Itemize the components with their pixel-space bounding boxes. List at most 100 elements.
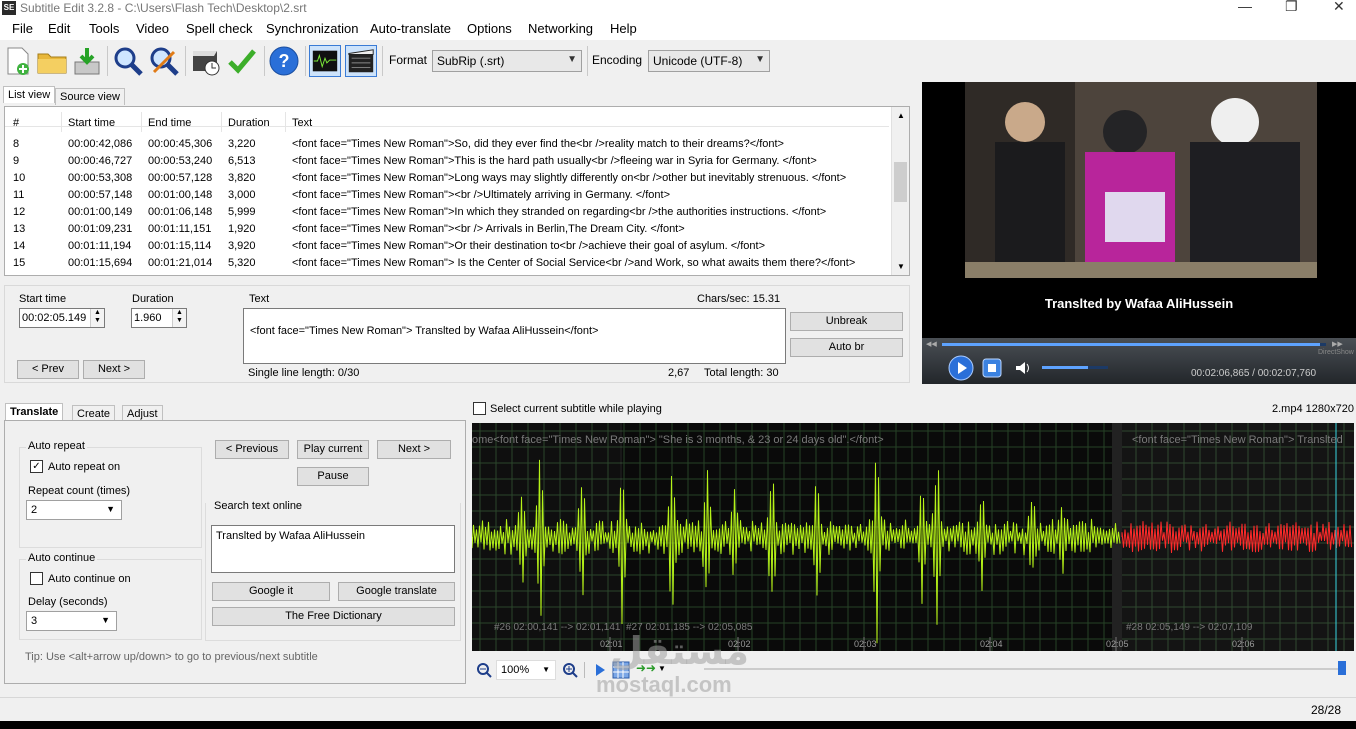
open-folder-icon[interactable] xyxy=(36,45,68,77)
unbreak-button[interactable]: Unbreak xyxy=(790,312,903,331)
previous-button[interactable]: < Previous xyxy=(215,440,289,459)
cell-dur: 5,320 xyxy=(228,257,256,269)
spinner-arrows-icon[interactable]: ▲ ▼ xyxy=(172,309,186,327)
col-end-time[interactable]: End time xyxy=(148,117,191,129)
waveform-position-slider[interactable] xyxy=(704,668,1344,670)
zoom-in-icon[interactable] xyxy=(562,662,578,678)
format-select[interactable]: SubRip (.srt) ▼ xyxy=(432,50,582,72)
col-number[interactable]: # xyxy=(13,117,19,129)
position-slider-thumb[interactable] xyxy=(1338,661,1346,675)
cell-start: 00:01:15,694 xyxy=(68,257,133,269)
maximize-icon[interactable]: ❐ xyxy=(1285,0,1298,15)
table-row[interactable]: 9 00:00:46,727 00:00:53,240 6,513 <font face… xyxy=(5,153,889,170)
col-start-time[interactable]: Start time xyxy=(68,117,115,129)
volume-icon[interactable] xyxy=(1014,359,1032,377)
audio-waveform[interactable]: ome<font face="Times New Roman"> "She is… xyxy=(472,423,1354,651)
zoom-select[interactable]: 100% ▼ xyxy=(496,660,556,680)
segment-28-label: #28 02:05,149 --> 02:07,109 xyxy=(1126,622,1253,633)
encoding-select[interactable]: Unicode (UTF-8) ▼ xyxy=(648,50,770,72)
format-value: SubRip (.srt) xyxy=(437,54,505,68)
help-icon[interactable]: ? xyxy=(268,45,300,77)
replace-icon[interactable] xyxy=(148,45,180,77)
video-frame[interactable] xyxy=(965,82,1317,278)
col-duration[interactable]: Duration xyxy=(228,117,270,129)
pause-button[interactable]: Pause xyxy=(297,467,369,486)
table-row[interactable]: 11 00:00:57,148 00:01:00,148 3,000 <font fac… xyxy=(5,187,889,204)
table-row[interactable]: 13 00:01:09,231 00:01:11,151 1,920 <font fac… xyxy=(5,221,889,238)
table-row[interactable]: 12 00:01:00,149 00:01:06,148 5,999 <font fac… xyxy=(5,204,889,221)
play-current-button[interactable]: Play current xyxy=(297,440,369,459)
col-text[interactable]: Text xyxy=(292,117,312,129)
search-text-value: Translted by Wafaa AliHussein xyxy=(216,530,365,542)
tab-list-view[interactable]: List view xyxy=(3,86,56,103)
cell-start: 00:00:53,308 xyxy=(68,172,133,184)
subtitle-text-editor[interactable]: <font face="Times New Roman"> Translted … xyxy=(243,308,786,364)
table-row[interactable]: 16 xyxy=(5,273,889,275)
spell-check-icon[interactable] xyxy=(226,45,258,77)
chevron-up-icon[interactable]: ▲ xyxy=(897,111,905,120)
play-icon[interactable] xyxy=(948,355,974,381)
list-scrollbar[interactable]: ▲ ▼ xyxy=(891,107,909,275)
cell-n: 10 xyxy=(13,172,26,184)
segment-26-highlight xyxy=(472,423,622,651)
new-file-icon[interactable] xyxy=(2,45,34,77)
rewind-icon[interactable]: ◀◀ xyxy=(926,340,937,348)
save-download-icon[interactable] xyxy=(71,45,103,77)
subtitle-list[interactable]: # Start time End time Duration Text 8 00:… xyxy=(4,106,910,276)
video-seek-bar[interactable] xyxy=(942,343,1326,346)
waveform-toggle-icon[interactable] xyxy=(309,45,341,77)
auto-br-button[interactable]: Auto br xyxy=(790,338,903,357)
find-icon[interactable] xyxy=(112,45,144,77)
google-translate-button[interactable]: Google translate xyxy=(338,582,455,601)
auto-repeat-on-label: Auto repeat on xyxy=(48,461,121,473)
table-row[interactable]: 8 00:00:42,086 00:00:45,306 3,220 <font face… xyxy=(5,136,889,153)
menu-networking[interactable]: Networking xyxy=(528,21,593,36)
cell-text: <font face="Times New Roman">So, did the… xyxy=(292,138,784,150)
visual-sync-icon[interactable] xyxy=(190,45,222,77)
menu-synchronization[interactable]: Synchronization xyxy=(266,21,359,36)
chevron-down-icon[interactable]: ▼ xyxy=(897,262,905,271)
volume-slider[interactable] xyxy=(1042,366,1108,369)
fast-forward-icon[interactable]: ▶▶ xyxy=(1332,340,1343,348)
menu-spell-check[interactable]: Spell check xyxy=(186,21,252,36)
tab-source-view[interactable]: Source view xyxy=(55,88,125,105)
google-it-button[interactable]: Google it xyxy=(212,582,330,601)
stop-icon[interactable] xyxy=(982,358,1002,378)
repeat-count-select[interactable]: 2 ▼ xyxy=(26,500,122,520)
text-label: Text xyxy=(249,293,270,305)
cell-start: 00:01:11,194 xyxy=(68,240,132,252)
menu-help[interactable]: Help xyxy=(610,21,637,36)
menu-tools[interactable]: Tools xyxy=(89,21,119,36)
prev-button[interactable]: < Prev xyxy=(17,360,79,379)
spinner-arrows-icon[interactable]: ▲ ▼ xyxy=(90,309,104,327)
menu-video[interactable]: Video xyxy=(136,21,169,36)
scrollbar-thumb[interactable] xyxy=(894,162,907,202)
start-time-value: 00:02:05.149 xyxy=(22,312,87,324)
menu-options[interactable]: Options xyxy=(467,21,512,36)
cell-n: 13 xyxy=(13,223,26,235)
close-icon[interactable]: ✕ xyxy=(1333,0,1345,15)
cell-end: 00:01:06,148 xyxy=(148,206,213,218)
video-player[interactable]: Translted by Wafaa AliHussein ◀◀ ▶▶ Dire… xyxy=(922,82,1356,384)
next-button[interactable]: Next > xyxy=(83,360,145,379)
table-row[interactable]: 15 00:01:15,694 00:01:21,014 5,320 <font fac… xyxy=(5,255,889,272)
menu-file[interactable]: File xyxy=(12,21,33,36)
menu-auto-translate[interactable]: Auto-translate xyxy=(370,21,451,36)
select-while-playing-checkbox[interactable] xyxy=(473,402,486,415)
next-subtitle-button[interactable]: Next > xyxy=(377,440,451,459)
auto-continue-checkbox[interactable] xyxy=(30,572,43,585)
menu-edit[interactable]: Edit xyxy=(48,21,70,36)
cell-text: <font face="Times New Roman">In which th… xyxy=(292,206,827,218)
minimize-icon[interactable]: — xyxy=(1238,0,1252,14)
table-row[interactable]: 10 00:00:53,308 00:00:57,128 3,820 <font fac… xyxy=(5,170,889,187)
start-time-input[interactable]: 00:02:05.149 ▲ ▼ xyxy=(19,308,105,328)
search-online-label: Search text online xyxy=(214,500,303,512)
duration-input[interactable]: 1.960 ▲ ▼ xyxy=(131,308,187,328)
auto-repeat-checkbox[interactable]: ✓ xyxy=(30,460,43,473)
delay-select[interactable]: 3 ▼ xyxy=(26,611,117,631)
search-text-input[interactable]: Translted by Wafaa AliHussein xyxy=(211,525,455,573)
table-row[interactable]: 14 00:01:11,194 00:01:15,114 3,920 <font fac… xyxy=(5,238,889,255)
zoom-out-icon[interactable] xyxy=(476,662,492,678)
free-dictionary-button[interactable]: The Free Dictionary xyxy=(212,607,455,626)
video-toggle-icon[interactable] xyxy=(345,45,377,77)
